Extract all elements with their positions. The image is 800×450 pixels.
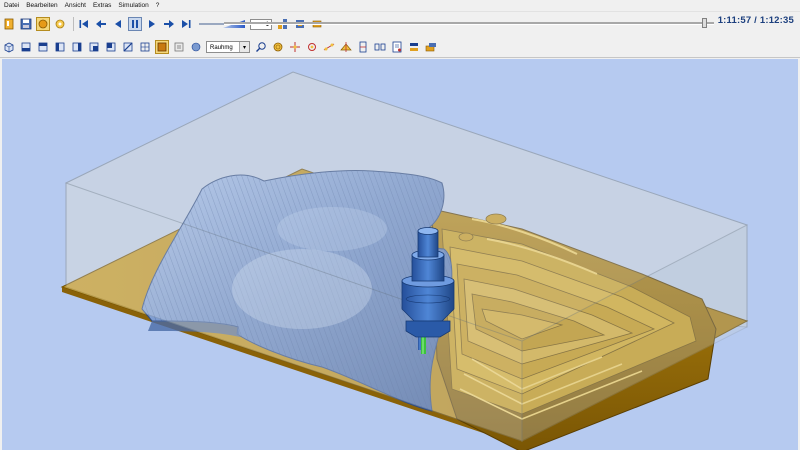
shading-mode-value: Rauhmg	[210, 44, 233, 51]
skip-start-icon[interactable]	[77, 17, 91, 31]
menu-bearbeiten[interactable]: Bearbeiten	[26, 0, 57, 11]
section-icon[interactable]	[339, 40, 353, 54]
playback-toolbar: 1 1:11:57 / 1:12:35	[0, 14, 800, 34]
side-view-icon[interactable]	[53, 40, 67, 54]
machining-scene	[60, 71, 749, 450]
shading-icon[interactable]	[189, 40, 203, 54]
bottom-view-icon[interactable]	[121, 40, 135, 54]
time-current: 1:11:57	[717, 15, 752, 26]
iso-view-icon[interactable]	[2, 40, 16, 54]
menu-extras[interactable]: Extras	[93, 0, 111, 11]
top-view-icon[interactable]	[36, 40, 50, 54]
chevron-down-icon: ▾	[239, 41, 249, 52]
play-reverse-icon[interactable]	[111, 17, 125, 31]
simulation-viewport[interactable]	[2, 59, 798, 450]
back-view-icon[interactable]	[70, 40, 84, 54]
tool-view-icon[interactable]	[53, 17, 67, 31]
menu-bar: Datei Bearbeiten Ansicht Extras Simulati…	[0, 0, 800, 12]
pause-icon[interactable]	[128, 17, 142, 31]
shading-mode-select[interactable]: Rauhmg ▾	[206, 40, 250, 53]
step-back-icon[interactable]	[94, 17, 108, 31]
compare-icon[interactable]	[373, 40, 387, 54]
skip-end-icon[interactable]	[179, 17, 193, 31]
measure-icon[interactable]	[322, 40, 336, 54]
zoom-icon[interactable]	[254, 40, 268, 54]
report-icon[interactable]	[390, 40, 404, 54]
save-icon[interactable]	[19, 17, 33, 31]
step-forward-icon[interactable]	[162, 17, 176, 31]
simulation-progress-slider[interactable]	[224, 18, 714, 28]
menu-ansicht[interactable]: Ansicht	[65, 0, 86, 11]
time-separator: /	[754, 15, 757, 26]
menu-datei[interactable]: Datei	[4, 0, 19, 11]
play-icon[interactable]	[145, 17, 159, 31]
rotate-icon[interactable]	[305, 40, 319, 54]
time-total: 1:12:35	[759, 15, 794, 26]
menu-help[interactable]: ?	[156, 0, 160, 11]
open-icon[interactable]	[2, 17, 16, 31]
pan-icon[interactable]	[288, 40, 302, 54]
zoom-fit-icon[interactable]	[271, 40, 285, 54]
right-view-icon[interactable]	[87, 40, 101, 54]
wireframe-icon[interactable]	[138, 40, 152, 54]
collision-icon[interactable]	[356, 40, 370, 54]
progress-thumb[interactable]	[701, 18, 707, 28]
view-toolbar: Rauhmg ▾	[0, 36, 800, 58]
tool-list-icon[interactable]	[407, 40, 421, 54]
shaded-icon[interactable]	[155, 39, 169, 54]
transparent-icon[interactable]	[172, 40, 186, 54]
separator	[73, 17, 74, 31]
stock-icon[interactable]	[424, 40, 438, 54]
left-view-icon[interactable]	[104, 40, 118, 54]
stock-view-icon[interactable]	[36, 17, 50, 31]
time-display: 1:11:57 / 1:12:35	[718, 15, 794, 26]
progress-track	[224, 22, 714, 25]
front-view-icon[interactable]	[19, 40, 33, 54]
menu-simulation[interactable]: Simulation	[118, 0, 148, 11]
